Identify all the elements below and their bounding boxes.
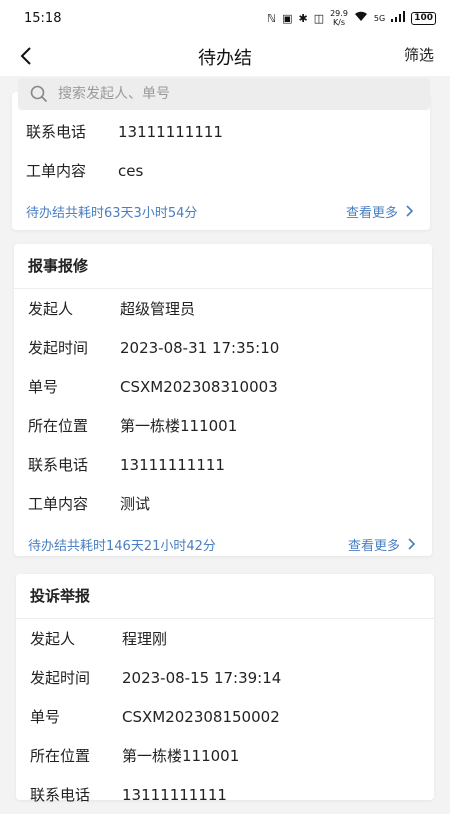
info-row-location: 所在位置 第一栋楼111001 <box>16 736 434 775</box>
row-value: 13111111111 <box>118 122 223 141</box>
signal-icon <box>391 11 406 25</box>
search-bar <box>18 78 430 110</box>
work-order-card[interactable]: 联系电话 13111111111 工单内容 ces 待办结共耗时63天3小时54… <box>12 92 430 230</box>
row-label: 单号 <box>30 708 61 726</box>
info-row-phone: 联系电话 13111111111 <box>12 112 430 151</box>
card-title: 投诉举报 <box>16 574 434 619</box>
info-row-phone: 联系电话 13111111111 <box>14 445 432 484</box>
row-value: 程理刚 <box>122 630 168 648</box>
chevron-right-icon <box>408 538 416 550</box>
elapsed-time: 待办结共耗时63天3小时54分 <box>26 205 198 221</box>
info-row-time: 发起时间 2023-08-31 17:35:10 <box>14 328 432 367</box>
info-row-order-number: 单号 CSXM202308150002 <box>16 697 434 736</box>
card-footer: 待办结共耗时63天3小时54分 查看更多 <box>12 190 430 232</box>
card-title: 报事报修 <box>14 244 432 289</box>
work-order-card[interactable]: 投诉举报 发起人 程理刚 发起时间 2023-08-15 17:39:14 单号… <box>16 574 434 804</box>
page-title: 待办结 <box>198 48 252 69</box>
volume-icon: ◫ <box>313 11 325 25</box>
row-label: 单号 <box>28 378 59 396</box>
search-icon <box>30 85 48 103</box>
row-label: 所在位置 <box>28 417 89 435</box>
view-more-label: 查看更多 <box>347 538 400 554</box>
row-value: 13111111111 <box>122 785 227 804</box>
battery-icon: 100 <box>411 11 436 25</box>
view-more-link[interactable]: 查看更多 <box>346 202 414 221</box>
status-icons: ℕ ▣ ✱ ◫ 29.9 K/s 5G 100 <box>267 9 436 27</box>
row-value: 第一栋楼111001 <box>122 747 240 765</box>
chevron-right-icon <box>406 205 414 217</box>
status-time: 15:18 <box>24 10 62 26</box>
vibrate-icon: ▣ <box>282 11 293 25</box>
row-label: 联系电话 <box>26 123 87 141</box>
search-input[interactable] <box>56 85 400 103</box>
row-value: 13111111111 <box>120 455 225 474</box>
nfc-icon: ℕ <box>267 11 277 25</box>
row-label: 发起时间 <box>30 669 91 687</box>
info-row-time: 发起时间 2023-08-15 17:39:14 <box>16 658 434 697</box>
work-order-card[interactable]: 报事报修 发起人 超级管理员 发起时间 2023-08-31 17:35:10 … <box>14 244 432 556</box>
row-label: 发起人 <box>28 300 74 318</box>
row-value: 2023-08-31 17:35:10 <box>120 338 280 357</box>
row-label: 联系电话 <box>28 456 89 474</box>
info-row-order-number: 单号 CSXM202308310003 <box>14 367 432 406</box>
card-footer: 待办结共耗时146天21小时42分 查看更多 <box>14 523 432 565</box>
row-value: CSXM202308150002 <box>122 707 280 726</box>
info-row-initiator: 发起人 超级管理员 <box>14 289 432 328</box>
network-speed: 29.9 K/s <box>330 9 348 27</box>
row-label: 联系电话 <box>30 786 91 804</box>
row-label: 工单内容 <box>26 162 87 180</box>
info-row-initiator: 发起人 程理刚 <box>16 619 434 658</box>
row-value: 第一栋楼111001 <box>120 417 238 435</box>
info-row-phone: 联系电话 13111111111 <box>16 775 434 814</box>
status-bar: 15:18 ℕ ▣ ✱ ◫ 29.9 K/s 5G 100 <box>0 0 450 36</box>
info-row-location: 所在位置 第一栋楼111001 <box>14 406 432 445</box>
row-label: 工单内容 <box>28 495 89 513</box>
row-value: ces <box>118 161 144 180</box>
info-row-content: 工单内容 测试 <box>14 484 432 523</box>
filter-button[interactable]: 筛选 <box>404 44 434 65</box>
elapsed-time: 待办结共耗时146天21小时42分 <box>28 538 216 554</box>
row-label: 发起时间 <box>28 339 89 357</box>
row-value: 测试 <box>120 495 151 513</box>
info-row-content: 工单内容 ces <box>12 151 430 190</box>
net-speed-value: 29.9 <box>330 9 348 18</box>
row-value: 2023-08-15 17:39:14 <box>122 668 282 687</box>
row-label: 所在位置 <box>30 747 91 765</box>
bluetooth-icon: ✱ <box>298 11 308 25</box>
row-value: 超级管理员 <box>120 300 196 318</box>
view-more-label: 查看更多 <box>345 205 398 221</box>
signal-type: 5G <box>373 13 386 23</box>
row-label: 发起人 <box>30 630 76 648</box>
wifi-icon <box>354 11 368 25</box>
row-value: CSXM202308310003 <box>120 377 278 396</box>
net-speed-unit: K/s <box>332 18 346 27</box>
nav-bar: 待办结 筛选 <box>0 36 450 76</box>
view-more-link[interactable]: 查看更多 <box>348 535 416 554</box>
